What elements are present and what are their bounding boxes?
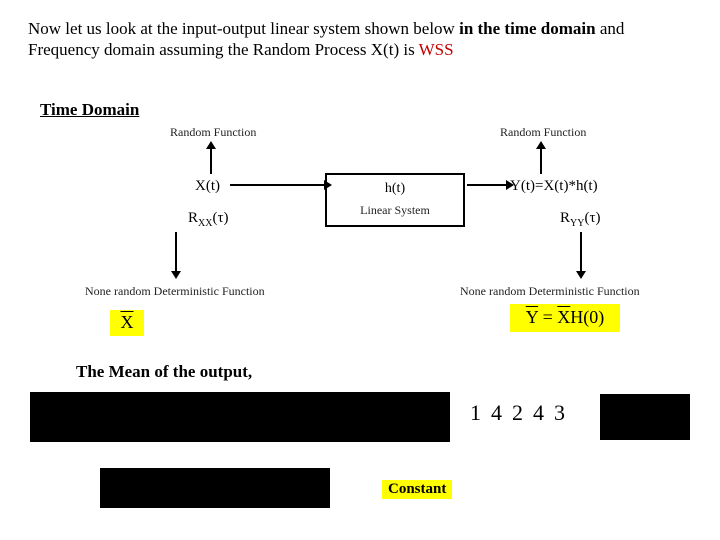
rxx-base: R	[188, 210, 198, 226]
arrow-right-icon	[467, 184, 507, 186]
arrow-up-icon	[540, 148, 542, 174]
rxx-arg: (τ)	[212, 210, 228, 226]
wss-text: WSS	[419, 40, 454, 59]
output-signal-label: Y(t)=X(t)*h(t)	[510, 178, 598, 195]
deterministic-label-left: None random Deterministic Function	[85, 284, 265, 299]
output-autocorrelation-label: RYY(τ)	[560, 210, 601, 229]
deterministic-label-right: None random Deterministic Function	[460, 284, 640, 299]
rxx-sub: XX	[198, 218, 212, 229]
ybar-equation-highlight: Y = XH(0)	[510, 304, 620, 332]
intro-bold-1: in the time domain	[459, 19, 595, 38]
arrow-right-icon	[230, 184, 325, 186]
redacted-block	[600, 394, 690, 440]
xbar-symbol: X	[121, 312, 134, 332]
ybar-symbol: Y	[526, 307, 538, 327]
linear-system-box: h(t) Linear System	[325, 173, 465, 227]
linear-system-label: Linear System	[327, 203, 463, 218]
brace-numbers: 14243	[470, 400, 575, 426]
input-signal-label: X(t)	[195, 178, 220, 195]
equals-sign: =	[543, 307, 558, 327]
random-function-label-left: Random Function	[170, 125, 256, 140]
intro-paragraph: Now let us look at the input-output line…	[28, 18, 690, 61]
xbar-highlight: X	[110, 310, 144, 336]
redacted-block	[100, 468, 330, 508]
arrow-down-icon	[175, 232, 177, 272]
ryy-base: R	[560, 210, 570, 226]
arrow-down-icon	[580, 232, 582, 272]
impulse-response-label: h(t)	[327, 181, 463, 197]
ryy-sub: YY	[570, 218, 584, 229]
mean-output-heading: The Mean of the output,	[76, 362, 252, 382]
input-autocorrelation-label: RXX(τ)	[188, 210, 229, 229]
constant-highlight: Constant	[382, 480, 452, 499]
system-diagram: Random Function Random Function X(t) RXX…	[30, 120, 690, 320]
random-function-label-right: Random Function	[500, 125, 586, 140]
arrow-up-icon	[210, 148, 212, 174]
intro-text-1: Now let us look at the input-output line…	[28, 19, 459, 38]
h0-text: H(0)	[570, 307, 604, 327]
redacted-block	[30, 392, 450, 442]
section-heading-time-domain: Time Domain	[40, 100, 139, 120]
ryy-arg: (τ)	[584, 210, 600, 226]
xbar-symbol-rhs: X	[557, 307, 570, 327]
